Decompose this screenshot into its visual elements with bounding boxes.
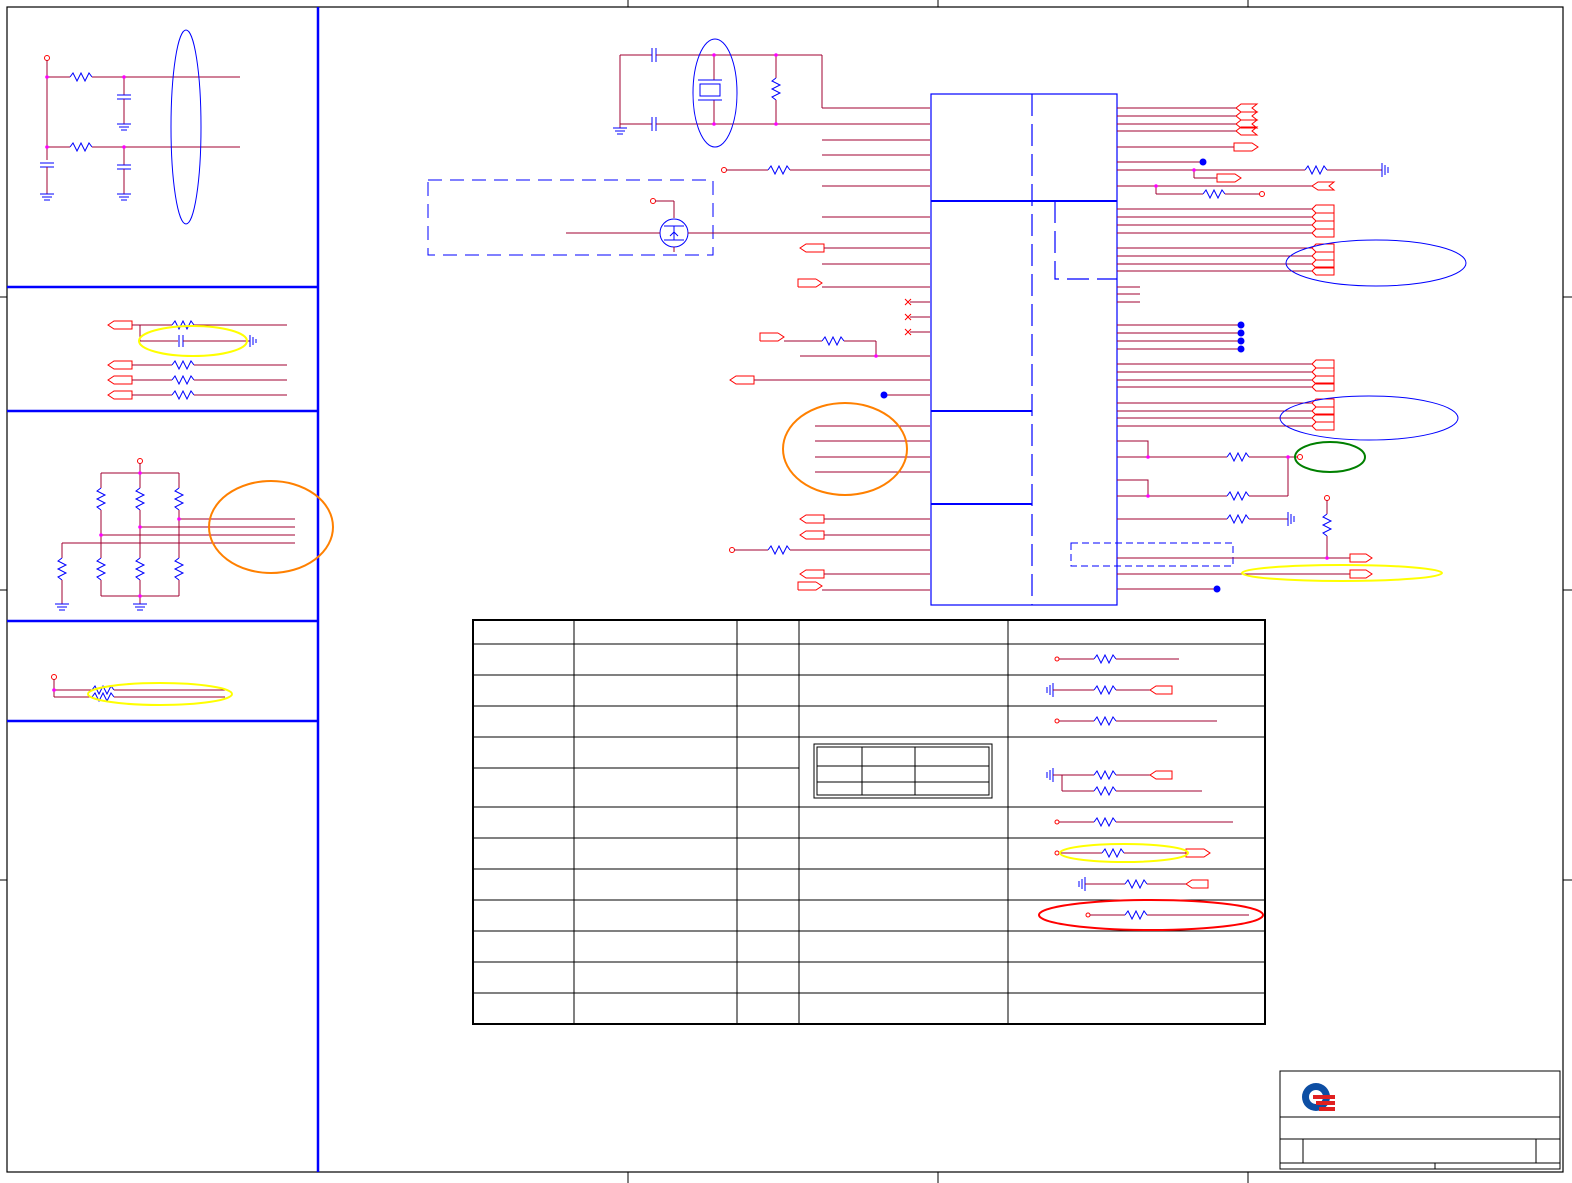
schematic-sheet	[0, 0, 1572, 1183]
